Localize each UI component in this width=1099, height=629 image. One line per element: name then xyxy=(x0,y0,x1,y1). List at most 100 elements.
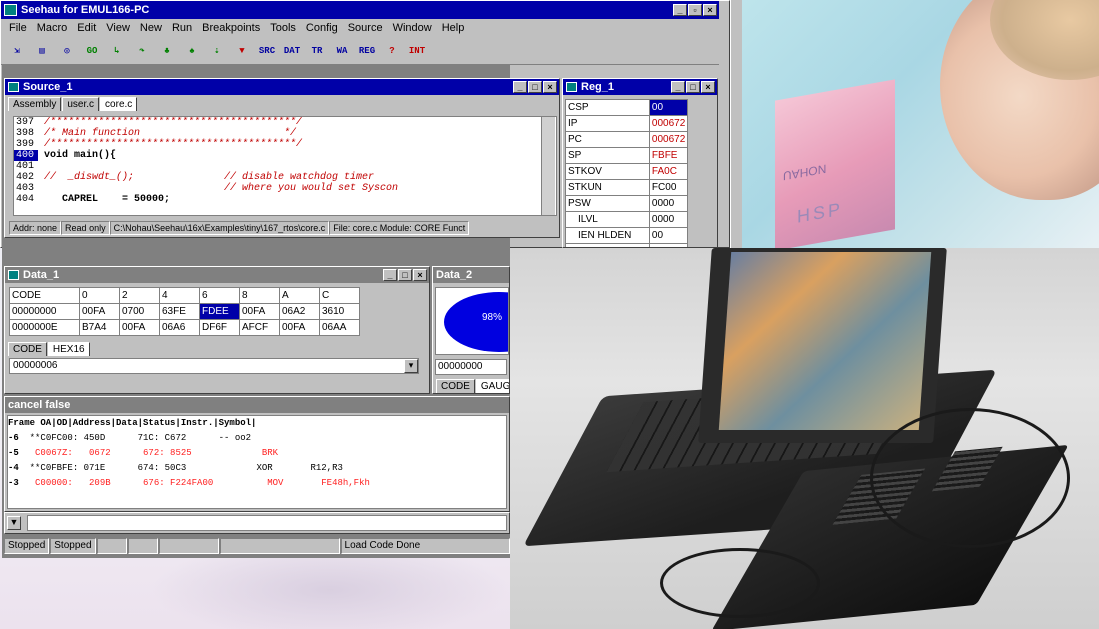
line-number[interactable]: 398 xyxy=(14,128,38,139)
register-value[interactable]: 00 xyxy=(648,227,689,244)
register-value[interactable]: 0000 xyxy=(648,195,689,212)
code-line[interactable]: 402 // _diswdt_(); // disable watchdog ti… xyxy=(14,172,556,183)
source-titlebar[interactable]: Source_1 _ □ × xyxy=(5,79,559,95)
data1-value-cell[interactable]: 00FA xyxy=(239,303,280,320)
menu-source[interactable]: Source xyxy=(343,22,388,34)
data1-value-cell[interactable]: 00FA xyxy=(119,319,160,336)
toolbar-go-button[interactable]: GO xyxy=(82,41,102,61)
toolbar-animate-icon[interactable]: ♠ xyxy=(182,41,202,61)
toolbar-reg-button[interactable]: REG xyxy=(357,41,377,61)
app-titlebar[interactable]: Seehau for EMUL166-PC _ ▫ × xyxy=(1,1,719,19)
menu-run[interactable]: Run xyxy=(167,22,197,34)
data2-tab-gauge[interactable]: GAUGE xyxy=(475,379,509,393)
chevron-down-icon[interactable]: ▾ xyxy=(404,359,418,373)
register-value[interactable]: 000 xyxy=(648,243,689,247)
data1-value-cell[interactable]: AFCF xyxy=(239,319,280,336)
data2-address-field[interactable]: 00000000 xyxy=(435,359,507,375)
data1-address-field[interactable]: 00000006 ▾ xyxy=(9,358,419,374)
line-number[interactable]: 400 xyxy=(14,150,38,161)
toolbar-int-button[interactable]: INT xyxy=(407,41,427,61)
source-code-editor[interactable]: 397 /************************************… xyxy=(13,116,557,216)
line-number[interactable]: 397 xyxy=(14,117,38,128)
menu-new[interactable]: New xyxy=(135,22,167,34)
register-row[interactable]: STKUN FC00 xyxy=(565,179,689,196)
data1-value-cell[interactable]: FDEE xyxy=(199,303,240,320)
register-value[interactable]: 00 xyxy=(648,99,689,116)
menu-breakpoints[interactable]: Breakpoints xyxy=(197,22,265,34)
data2-titlebar[interactable]: Data_2 xyxy=(433,267,509,283)
register-row[interactable]: SP FBFE xyxy=(565,147,689,164)
menu-config[interactable]: Config xyxy=(301,22,343,34)
toolbar-wa-button[interactable]: WA xyxy=(332,41,352,61)
data1-value-cell[interactable]: 0700 xyxy=(119,303,160,320)
source-maximize-button[interactable]: □ xyxy=(528,81,542,93)
menu-help[interactable]: Help xyxy=(437,22,470,34)
minimize-button[interactable]: _ xyxy=(673,4,687,16)
reg-minimize-button[interactable]: _ xyxy=(671,81,685,93)
toolbar-src-button[interactable]: SRC xyxy=(257,41,277,61)
toolbar-find-icon[interactable]: ◎ xyxy=(57,41,77,61)
trace-titlebar[interactable]: cancel false xyxy=(5,397,509,413)
data1-tab-code[interactable]: CODE xyxy=(8,342,47,356)
register-row[interactable]: IEN HLDEN 00 xyxy=(565,227,689,244)
data1-value-cell[interactable]: 63FE xyxy=(159,303,200,320)
toolbar-dat-button[interactable]: DAT xyxy=(282,41,302,61)
code-line[interactable]: 404 CAPREL = 50000; xyxy=(14,194,556,205)
toolbar-save-icon[interactable]: ▤ xyxy=(32,41,52,61)
toolbar-load-icon[interactable]: ⇲ xyxy=(7,41,27,61)
data1-close-button[interactable]: × xyxy=(413,269,427,281)
code-line[interactable]: 401 xyxy=(14,161,556,172)
line-number[interactable]: 403 xyxy=(14,183,38,194)
toolbar-run-icon[interactable]: ♣ xyxy=(157,41,177,61)
toolbar-stepover-icon[interactable]: ↷ xyxy=(132,41,152,61)
data1-titlebar[interactable]: Data_1 _ □ × xyxy=(5,267,429,283)
data1-maximize-button[interactable]: □ xyxy=(398,269,412,281)
data1-value-cell[interactable]: 3610 xyxy=(319,303,360,320)
trace-row[interactable]: -4 **C0FBFE: 071E 674: 50C3 XOR R12,R3 xyxy=(8,461,506,476)
menu-window[interactable]: Window xyxy=(388,22,437,34)
reg-window-scrollbar[interactable] xyxy=(730,0,742,252)
tab-assembly[interactable]: Assembly xyxy=(8,97,62,111)
register-value[interactable]: 000672 xyxy=(648,115,689,132)
register-row[interactable]: CSP 00 xyxy=(565,99,689,116)
toolbar-trace-icon[interactable]: ⇣ xyxy=(207,41,227,61)
register-value[interactable]: 000672 xyxy=(648,131,689,148)
data1-value-cell[interactable]: 06AA xyxy=(319,319,360,336)
trace-listing[interactable]: Frame OA|OD|Address|Data|Status|Instr.|S… xyxy=(7,415,507,509)
register-value[interactable]: FC00 xyxy=(648,179,689,196)
command-history-icon[interactable]: ▼ xyxy=(7,516,21,530)
data1-minimize-button[interactable]: _ xyxy=(383,269,397,281)
code-line[interactable]: 400 void main(){ xyxy=(14,150,556,161)
toolbar-step-icon[interactable]: ↳ xyxy=(107,41,127,61)
code-line[interactable]: 403 // where you would set Syscon xyxy=(14,183,556,194)
code-line[interactable]: 398 /* Main function */ xyxy=(14,128,556,139)
data1-address-cell[interactable]: 00000000 xyxy=(9,303,80,320)
data1-row[interactable]: 00000000 00FA 0700 63FE FDEE 00FA 06A2 3610 xyxy=(9,303,360,320)
register-row[interactable]: USRL MULIP E000 xyxy=(565,243,689,247)
trace-row[interactable]: -6 **C0FC00: 450D 71C: C672 -- oo2 xyxy=(8,431,506,446)
command-input[interactable] xyxy=(27,515,507,531)
menu-edit[interactable]: Edit xyxy=(72,22,101,34)
register-row[interactable]: STKOV FA0C xyxy=(565,163,689,180)
line-number[interactable]: 399 xyxy=(14,139,38,150)
data1-value-cell[interactable]: DF6F xyxy=(199,319,240,336)
restore-button[interactable]: ▫ xyxy=(688,4,702,16)
tab-core-c[interactable]: core.c xyxy=(100,97,138,111)
data1-address-cell[interactable]: 0000000E xyxy=(9,319,80,336)
register-value[interactable]: 0000 xyxy=(648,211,689,228)
register-value[interactable]: FA0C xyxy=(648,163,689,180)
line-number[interactable]: 402 xyxy=(14,172,38,183)
reg-close-button[interactable]: × xyxy=(701,81,715,93)
reg-titlebar[interactable]: Reg_1 _ □ × xyxy=(563,79,717,95)
register-row[interactable]: IP 000672 xyxy=(565,115,689,132)
data1-value-cell[interactable]: 00FA xyxy=(79,303,120,320)
reg-maximize-button[interactable]: □ xyxy=(686,81,700,93)
toolbar-tr-button[interactable]: TR xyxy=(307,41,327,61)
toolbar-reset-icon[interactable]: ▼ xyxy=(232,41,252,61)
menu-tools[interactable]: Tools xyxy=(265,22,301,34)
data1-value-cell[interactable]: 06A6 xyxy=(159,319,200,336)
source-vscrollbar[interactable] xyxy=(541,117,555,215)
menu-file[interactable]: File xyxy=(4,22,32,34)
trace-row[interactable]: -3 C00000: 209B 676: F224FA00 MOV FE48h,… xyxy=(8,476,506,491)
tab-user-c[interactable]: user.c xyxy=(62,97,100,111)
